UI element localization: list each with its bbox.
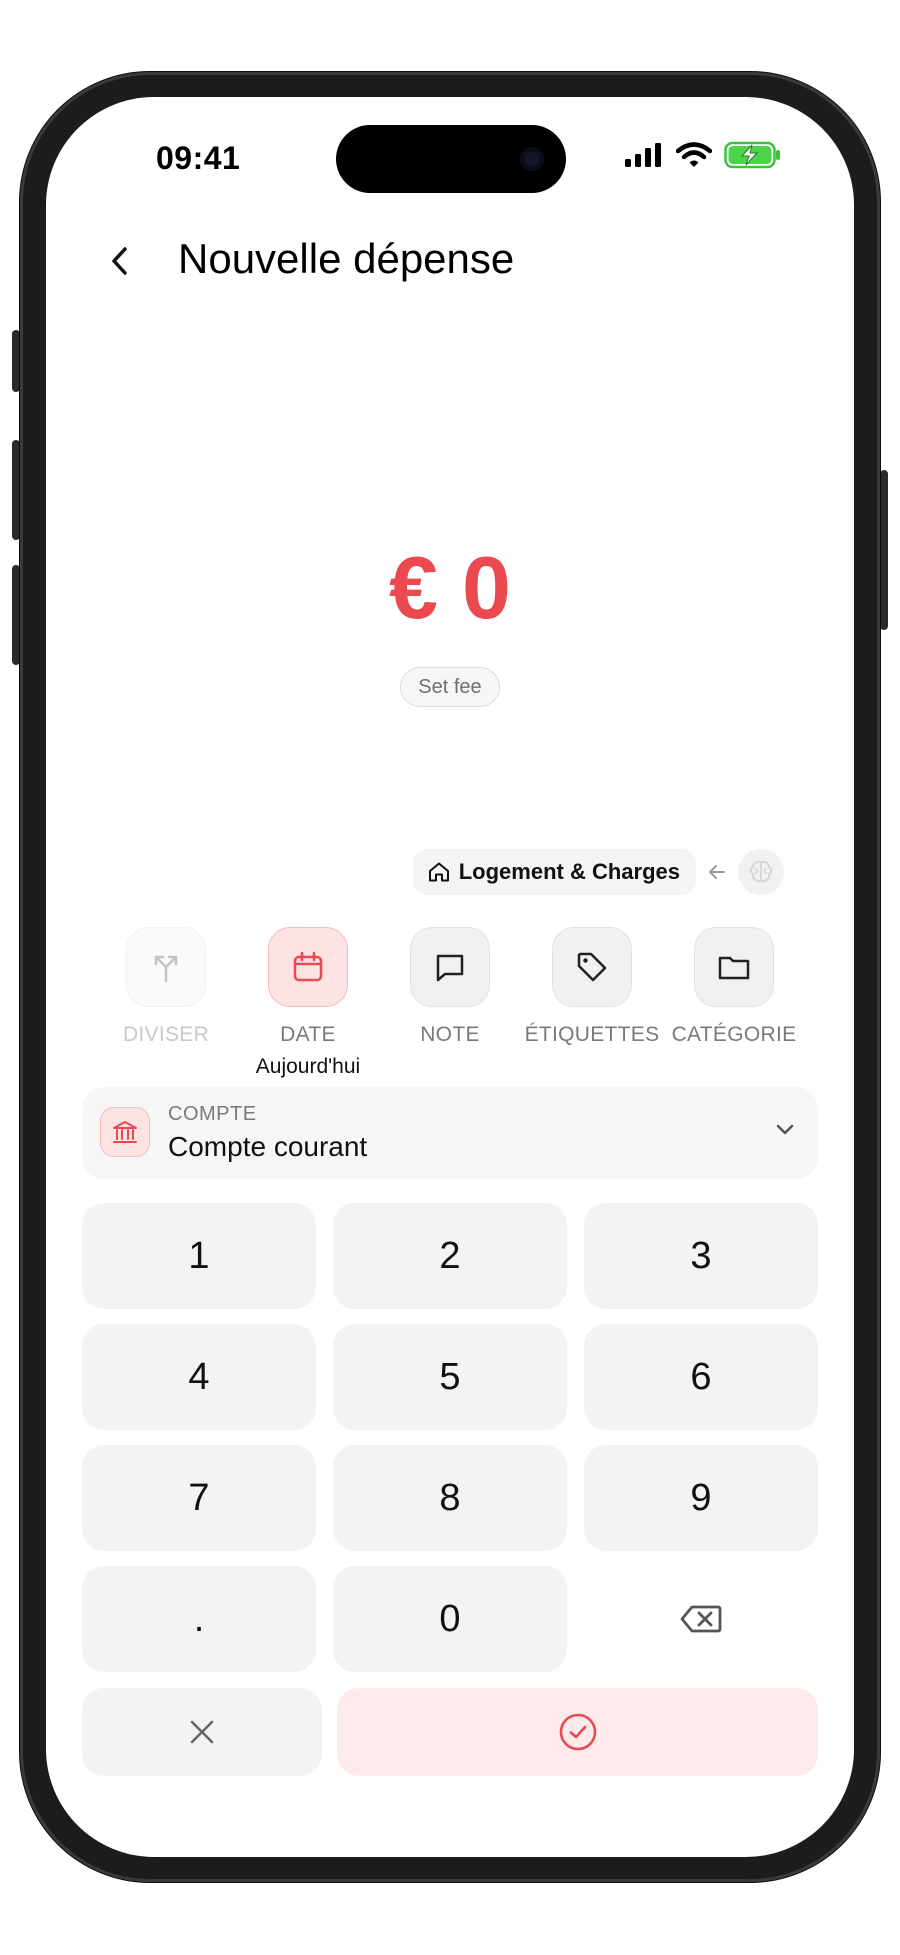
account-label: COMPTE xyxy=(168,1103,257,1125)
bottom-actions xyxy=(82,1688,818,1776)
phone-volume-up-button xyxy=(12,440,20,540)
status-time: 09:41 xyxy=(156,140,241,176)
header: Nouvelle dépense xyxy=(46,217,854,307)
folder-icon xyxy=(718,956,750,980)
page: 09:41 Nouvelle dépense € 0 Set fee Logem… xyxy=(0,0,900,1955)
key-2[interactable]: 2 xyxy=(333,1203,567,1309)
set-fee-button[interactable]: Set fee xyxy=(400,667,500,707)
action-date: DATE Aujourd'hui xyxy=(238,927,378,1079)
bank-icon-container xyxy=(100,1107,150,1157)
key-8[interactable]: 8 xyxy=(333,1445,567,1551)
date-button[interactable] xyxy=(268,927,348,1007)
speech-bubble-icon xyxy=(436,954,464,982)
confirm-button[interactable] xyxy=(337,1688,818,1776)
backspace-icon xyxy=(680,1605,722,1633)
etiquettes-button[interactable] xyxy=(552,927,632,1007)
action-etiquettes: ÉTIQUETTES xyxy=(522,927,662,1079)
tag-icon xyxy=(577,952,607,982)
account-selector[interactable]: COMPTE Compte courant xyxy=(82,1087,818,1179)
key-decimal[interactable]: . xyxy=(82,1566,316,1672)
battery-charging-icon xyxy=(724,141,780,169)
etiquettes-label: ÉTIQUETTES xyxy=(524,1023,660,1046)
brain-icon xyxy=(749,860,773,883)
amount-currency: € xyxy=(389,538,438,637)
home-icon xyxy=(428,862,449,882)
account-value: Compte courant xyxy=(168,1131,368,1162)
category-suggestion-chip[interactable]: Logement & Charges xyxy=(412,849,696,895)
key-5[interactable]: 5 xyxy=(333,1324,567,1430)
key-4[interactable]: 4 xyxy=(82,1324,316,1430)
page-title: Nouvelle dépense xyxy=(178,235,515,282)
calendar-icon xyxy=(293,951,323,982)
ai-suggest-button[interactable] xyxy=(738,849,784,895)
phone-power-button xyxy=(880,470,888,630)
front-camera xyxy=(520,147,544,171)
key-1[interactable]: 1 xyxy=(82,1203,316,1309)
category-suggestion-row: Logement & Charges xyxy=(412,849,784,895)
date-value: Aujourd'hui xyxy=(255,1055,361,1078)
key-9[interactable]: 9 xyxy=(584,1445,818,1551)
phone-action-button xyxy=(12,330,20,392)
action-categorie: CATÉGORIE xyxy=(664,927,804,1079)
category-suggestion-label: Logement & Charges xyxy=(458,859,680,884)
phone-screen: 09:41 Nouvelle dépense € 0 Set fee Logem… xyxy=(46,97,854,1857)
bank-icon xyxy=(113,1121,137,1143)
key-7[interactable]: 7 xyxy=(82,1445,316,1551)
amount-value: 0 xyxy=(462,538,511,637)
phone-volume-down-button xyxy=(12,565,20,665)
key-6[interactable]: 6 xyxy=(584,1324,818,1430)
dynamic-island xyxy=(336,125,566,193)
diviser-label: DIVISER xyxy=(122,1023,210,1046)
wifi-icon xyxy=(676,142,712,167)
categorie-button[interactable] xyxy=(694,927,774,1007)
key-0[interactable]: 0 xyxy=(333,1566,567,1672)
note-button[interactable] xyxy=(410,927,490,1007)
note-label: NOTE xyxy=(420,1023,480,1046)
cancel-button[interactable] xyxy=(82,1688,322,1776)
chevron-down-icon xyxy=(776,1124,794,1135)
cellular-signal-icon xyxy=(625,143,661,167)
check-circle-icon xyxy=(559,1713,596,1751)
action-diviser: DIVISER xyxy=(96,927,236,1079)
status-icons xyxy=(624,141,782,169)
numeric-keypad: 1 2 3 4 5 6 7 8 9 . 0 xyxy=(82,1203,818,1672)
action-note: NOTE xyxy=(380,927,520,1079)
close-icon xyxy=(190,1720,214,1744)
categorie-label: CATÉGORIE xyxy=(671,1023,797,1046)
key-3[interactable]: 3 xyxy=(584,1203,818,1309)
back-button[interactable] xyxy=(96,237,144,285)
arrow-left-icon xyxy=(709,865,725,879)
chevron-left-icon xyxy=(112,247,127,275)
split-arrows-icon xyxy=(154,955,178,983)
backspace-key[interactable] xyxy=(584,1566,818,1672)
diviser-button[interactable] xyxy=(126,927,206,1007)
date-label: DATE xyxy=(280,1023,336,1046)
action-bar: DIVISER DATE Aujourd'hui NOTE ÉTIQUETTES… xyxy=(96,927,804,1079)
amount-display[interactable]: €0 xyxy=(46,537,854,639)
